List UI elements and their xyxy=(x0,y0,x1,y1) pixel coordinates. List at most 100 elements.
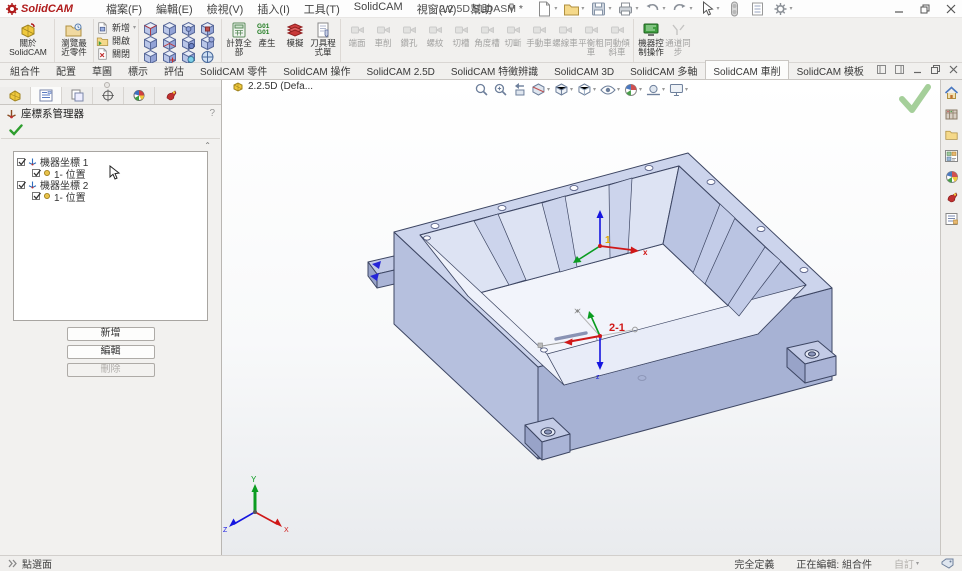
about-solidcam-button[interactable]: 關於 SolidCAM xyxy=(5,20,51,58)
browse-recent-parts-button[interactable]: 瀏覽最近零件 xyxy=(58,20,90,58)
tab-sketch[interactable]: 草圖 xyxy=(84,60,120,79)
coordsys2-label: 2-1 xyxy=(609,322,625,334)
options-gear-button[interactable]: ▾ xyxy=(770,1,795,17)
edit-coordsys-button[interactable]: 編輯 xyxy=(67,345,155,359)
tree-item-position-2[interactable]: 1- 位置 xyxy=(32,191,204,203)
document-minimize-button[interactable] xyxy=(913,65,922,74)
cam-machine-icon[interactable] xyxy=(199,35,218,49)
document-tab[interactable]: 2.2.5D (Defa... xyxy=(232,81,313,92)
file-explorer-icon[interactable] xyxy=(944,127,960,142)
generate-gcode-button[interactable]: G01 G01 產生 xyxy=(253,20,281,48)
checkbox[interactable] xyxy=(32,192,40,200)
tab-solidcam-turning[interactable]: SolidCAM 車削 xyxy=(705,60,788,79)
tab-markup[interactable]: 標示 xyxy=(120,60,156,79)
panel-section-header[interactable]: ⌃ xyxy=(0,139,221,151)
cam-fixture-icon[interactable] xyxy=(199,21,218,35)
tab-evaluate[interactable]: 評估 xyxy=(156,60,192,79)
cam-tool-icon[interactable] xyxy=(180,35,199,49)
document-restore-button[interactable] xyxy=(931,65,940,74)
window-restore-button[interactable] xyxy=(920,4,930,14)
appearances-icon[interactable] xyxy=(944,169,960,184)
redo-button[interactable]: ▾ xyxy=(669,1,694,17)
cam-coordsys-icon[interactable] xyxy=(142,21,161,35)
hide-show-items-icon[interactable]: ▾ xyxy=(600,83,620,97)
tab-solidcam-3d[interactable]: SolidCAM 3D xyxy=(546,64,622,79)
menu-solidcam[interactable]: SolidCAM xyxy=(347,0,410,18)
turning-sync-tilt-button: 同動傾斜車 xyxy=(604,20,630,58)
machine-control-button[interactable]: 機器控制操作 xyxy=(637,20,665,58)
save-button[interactable]: ▾ xyxy=(588,1,613,17)
cam-open-button[interactable]: 開啟 xyxy=(96,34,130,47)
pane-toggle-left-icon[interactable] xyxy=(877,65,886,74)
menu-tools[interactable]: 工具(T) xyxy=(297,0,347,18)
pane-toggle-right-icon[interactable] xyxy=(895,65,904,74)
cam-new-button[interactable]: 新增▾ xyxy=(96,21,136,34)
confirmation-corner-check-icon[interactable] xyxy=(898,84,932,114)
edit-appearance-icon[interactable]: ▾ xyxy=(624,83,642,97)
tab-property-manager[interactable] xyxy=(31,87,62,104)
view-settings-icon[interactable]: ▾ xyxy=(669,83,688,97)
tab-solidcam-part[interactable]: SolidCAM 零件 xyxy=(192,60,275,79)
document-close-button[interactable] xyxy=(949,65,958,74)
display-style-icon[interactable]: ▾ xyxy=(577,82,596,97)
tag-icon[interactable] xyxy=(941,558,954,569)
simulate-button[interactable]: 模擬 xyxy=(281,20,309,48)
panel-splitter-handle[interactable] xyxy=(0,80,221,87)
tab-solidcam-multiaxis[interactable]: SolidCAM 多軸 xyxy=(622,60,705,79)
select-cursor-button[interactable]: ▾ xyxy=(697,1,722,17)
menu-insert[interactable]: 插入(I) xyxy=(250,0,296,18)
tab-layout[interactable]: 配置 xyxy=(48,60,84,79)
menu-edit[interactable]: 編輯(E) xyxy=(149,0,200,18)
panel-help-button[interactable]: ? xyxy=(209,108,215,119)
window-minimize-button[interactable] xyxy=(894,4,904,14)
checkbox[interactable] xyxy=(17,158,25,166)
cam-close-button[interactable]: 關閉 xyxy=(96,47,130,60)
checkbox[interactable] xyxy=(17,181,25,189)
cam-target-icon[interactable] xyxy=(180,21,199,35)
design-library-icon[interactable] xyxy=(944,106,960,121)
tab-configuration-manager[interactable] xyxy=(62,87,93,104)
solidcam-tools-icon[interactable] xyxy=(944,190,960,205)
calculate-all-button[interactable]: 計算全部 xyxy=(225,20,253,58)
rebuild-button[interactable] xyxy=(724,1,745,17)
zoom-fit-icon[interactable] xyxy=(474,82,489,97)
ok-button[interactable] xyxy=(9,124,23,136)
tab-solidcam-template[interactable]: SolidCAM 模板 xyxy=(789,60,872,79)
tab-solidcam-manager[interactable] xyxy=(155,87,186,104)
file-properties-button[interactable] xyxy=(747,1,768,17)
status-custom-dropdown[interactable]: 自訂▾ xyxy=(894,556,919,571)
tab-solidcam-operations[interactable]: SolidCAM 操作 xyxy=(275,60,358,79)
model-3d-view[interactable]: 1 x 2-1 z xyxy=(222,80,940,555)
undo-button[interactable]: ▾ xyxy=(642,1,667,17)
custom-properties-icon[interactable] xyxy=(944,211,960,226)
checkbox[interactable] xyxy=(32,169,40,177)
graphics-viewport[interactable]: 2.2.5D (Defa... ▾ ▾ ▾ ▾ ▾ ▾ ▾ xyxy=(222,80,940,555)
section-view-icon[interactable]: ▾ xyxy=(531,82,550,97)
menu-file[interactable]: 檔案(F) xyxy=(99,0,149,18)
tool-sheet-button[interactable]: 刀具程式單 xyxy=(309,20,337,58)
cam-operation-icon[interactable] xyxy=(142,35,161,49)
tab-solidcam-afrm[interactable]: SolidCAM 特徵辨識 xyxy=(443,60,546,79)
menu-view[interactable]: 檢視(V) xyxy=(200,0,251,18)
status-editing: 正在編輯: 組合件 xyxy=(796,556,872,571)
view-palette-icon[interactable] xyxy=(944,148,960,163)
apply-scene-icon[interactable]: ▾ xyxy=(646,83,665,97)
previous-view-icon[interactable] xyxy=(512,82,527,97)
cam-stock-icon[interactable] xyxy=(161,21,180,35)
tab-solidcam-25d[interactable]: SolidCAM 2.5D xyxy=(359,64,443,79)
home-resources-icon[interactable] xyxy=(944,85,960,100)
panel-title: 座標系管理器 xyxy=(21,106,84,121)
tab-display-manager[interactable] xyxy=(124,87,155,104)
tab-dimxpert-manager[interactable] xyxy=(93,87,124,104)
new-document-button[interactable]: ▾ xyxy=(534,1,559,17)
cam-geometry-icon[interactable] xyxy=(161,35,180,49)
tab-assembly[interactable]: 組合件 xyxy=(2,60,48,79)
print-button[interactable]: ▾ xyxy=(615,1,640,17)
tab-feature-manager[interactable] xyxy=(0,87,31,104)
window-close-button[interactable] xyxy=(946,4,956,14)
triad-y-label: Y xyxy=(251,475,257,484)
view-orientation-icon[interactable]: ▾ xyxy=(554,82,573,97)
zoom-area-icon[interactable] xyxy=(493,82,508,97)
open-button[interactable]: ▾ xyxy=(561,1,586,17)
add-coordsys-button[interactable]: 新增 xyxy=(67,327,155,341)
